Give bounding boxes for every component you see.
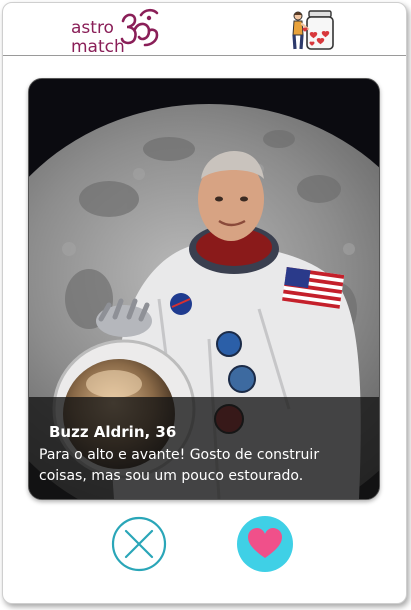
- heart-icon: [237, 516, 293, 572]
- logo: astro match: [67, 7, 167, 57]
- logo-text-match: match: [71, 37, 125, 57]
- om-symbol-icon: [120, 8, 159, 47]
- profile-bio: Para o alto e avante! Gosto de construir…: [39, 447, 320, 484]
- profile-name-age: Buzz Aldrin, 36: [49, 423, 177, 441]
- app-window: astro match Buzz Aldrin, 36 Para o alto …: [2, 2, 407, 604]
- matches-button[interactable]: [289, 7, 335, 53]
- profile-card[interactable]: Buzz Aldrin, 36 Para o alto e avante! Go…: [28, 78, 380, 500]
- header: astro match: [3, 3, 406, 56]
- like-button[interactable]: [237, 516, 293, 572]
- x-icon: [111, 516, 167, 572]
- jar-of-hearts-icon: [292, 10, 334, 50]
- logo-text-astro: astro: [71, 18, 114, 38]
- reject-button[interactable]: [111, 516, 167, 572]
